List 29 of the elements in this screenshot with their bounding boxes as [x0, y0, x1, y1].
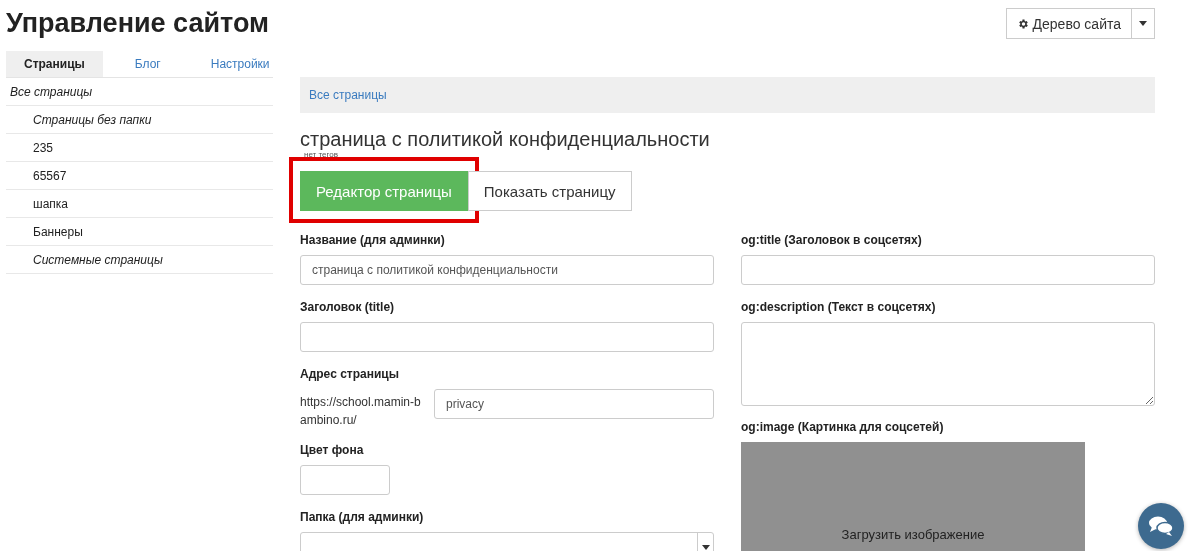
field-label: og:description (Текст в соцсетях)	[741, 300, 937, 314]
field-label: Заголовок (title)	[300, 300, 396, 314]
sidebar-item[interactable]: Баннеры	[6, 218, 273, 246]
image-upload-area[interactable]: Загрузить изображение	[741, 442, 1085, 551]
field-label: Цвет фона	[300, 443, 365, 457]
address-prefix: https://school.mamin-bambino.ru/	[300, 394, 422, 429]
tab[interactable]: Страницы	[6, 51, 103, 77]
tab[interactable]: Настройки	[192, 51, 288, 77]
sidebar-item[interactable]: Страницы без папки	[6, 106, 273, 134]
site-tree-button[interactable]: Дерево сайта	[1005, 8, 1132, 39]
page-heading: страница с политикой конфиденциальности	[300, 127, 711, 151]
sidebar-item[interactable]: 235	[6, 134, 273, 162]
sidebar-item[interactable]: шапка	[6, 190, 273, 218]
tab[interactable]: Блог	[116, 51, 179, 77]
text-field[interactable]: страница с политикой конфиденциальности	[300, 255, 714, 285]
field-label: Адрес страницы	[300, 367, 400, 381]
sidebar-item[interactable]: Все страницы	[6, 78, 273, 106]
field-label: og:title (Заголовок в соцсетях)	[741, 233, 923, 247]
upload-image-link[interactable]: Загрузить изображение	[841, 527, 985, 542]
sidebar-item[interactable]: Системные страницы	[6, 246, 273, 274]
tags-note: нет тегов	[304, 151, 339, 159]
breadcrumb-link[interactable]: Все страницы	[309, 88, 387, 102]
page-title: Управление сайтом	[6, 8, 269, 38]
field-label: Название (для админки)	[300, 233, 446, 247]
show-page-button[interactable]: Показать страницу	[467, 171, 632, 211]
text-field[interactable]: privacy	[434, 389, 714, 419]
field-label: Папка (для админки)	[300, 510, 425, 524]
field-label: og:image (Картинка для соцсетей)	[741, 420, 945, 434]
sidebar-item[interactable]: 65567	[6, 162, 273, 190]
